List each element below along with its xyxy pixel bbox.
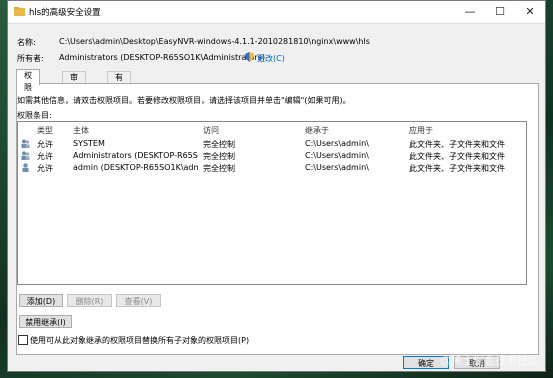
column-applies-to[interactable]: 应用于	[409, 125, 433, 136]
row-applies-to: 此文件夹、子文件夹和文件	[409, 164, 505, 173]
user-icon	[22, 163, 29, 172]
row-principal: Administrators (DESKTOP-R65SO...	[73, 151, 198, 160]
permission-entries-list[interactable]: 类型 主体 访问 继承于 应用于 允许 SYSTEM 完全控制 C:\Users…	[17, 121, 527, 285]
minimize-button[interactable]: —	[455, 1, 485, 22]
name-value: C:\Users\admin\Desktop\EasyNVR-windows-4…	[59, 37, 370, 46]
change-owner-link[interactable]: 更改(C)	[257, 53, 285, 64]
column-access[interactable]: 访问	[203, 125, 219, 136]
close-button[interactable]: ✕	[515, 1, 545, 22]
row-access: 完全控制	[203, 164, 235, 173]
row-inherited-from: C:\Users\admin\	[305, 151, 369, 160]
replace-child-permissions-label[interactable]: 使用可从此对象继承的权限项目替换所有子对象的权限项目(P)	[30, 335, 249, 346]
folder-icon	[14, 7, 25, 16]
instructions-text: 如需其他信息，请双击权限项目。若要修改权限项目，请选择该项目并单击"编辑"(如果…	[17, 96, 351, 105]
permission-entries-label: 权限条目:	[17, 111, 52, 120]
row-inherited-from: C:\Users\admin\	[305, 163, 369, 172]
view-button[interactable]: 查看(V)	[116, 294, 161, 307]
row-inherited-from: C:\Users\admin\	[305, 139, 369, 148]
table-row[interactable]: 允许 Administrators (DESKTOP-R65SO... 完全控制…	[18, 150, 526, 162]
remove-button[interactable]: 删除(R)	[67, 294, 112, 307]
row-applies-to: 此文件夹、子文件夹和文件	[409, 140, 505, 149]
row-type: 允许	[37, 140, 53, 149]
shield-icon	[245, 52, 254, 62]
row-access: 完全控制	[203, 152, 235, 161]
row-type: 允许	[37, 152, 53, 161]
group-icon	[21, 151, 30, 160]
column-type[interactable]: 类型	[37, 125, 53, 136]
owner-value: Administrators (DESKTOP-R65SO1K\Administ…	[59, 53, 265, 62]
column-principal[interactable]: 主体	[73, 125, 89, 136]
tab-permissions[interactable]: 权限	[16, 69, 40, 92]
row-applies-to: 此文件夹、子文件夹和文件	[409, 152, 505, 161]
add-button[interactable]: 添加(D)	[19, 294, 63, 307]
table-row[interactable]: 允许 SYSTEM 完全控制 C:\Users\admin\ 此文件夹、子文件夹…	[18, 138, 526, 150]
list-header: 类型 主体 访问 继承于 应用于	[18, 122, 526, 136]
advanced-security-dialog: hls的高级安全设置 — ☐ ✕ 名称: C:\Users\admin\Desk…	[7, 0, 546, 372]
row-access: 完全控制	[203, 140, 235, 149]
window-title: hls的高级安全设置	[29, 8, 101, 18]
row-principal: SYSTEM	[73, 139, 105, 148]
column-inherited-from[interactable]: 继承于	[305, 125, 329, 136]
title-bar: hls的高级安全设置 — ☐ ✕	[8, 1, 545, 24]
replace-child-permissions-checkbox[interactable]	[18, 335, 28, 345]
watermark: @稀土掘金技术社区	[440, 354, 539, 367]
name-label: 名称:	[17, 38, 36, 47]
disable-inheritance-button[interactable]: 禁用继承(I)	[19, 315, 72, 328]
owner-label: 所有者:	[17, 54, 44, 63]
row-type: 允许	[37, 164, 53, 173]
table-row[interactable]: 允许 admin (DESKTOP-R65SO1K\admin) 完全控制 C:…	[18, 162, 526, 174]
maximize-button[interactable]: ☐	[485, 1, 515, 22]
group-icon	[21, 139, 30, 148]
row-principal: admin (DESKTOP-R65SO1K\admin)	[73, 163, 198, 172]
